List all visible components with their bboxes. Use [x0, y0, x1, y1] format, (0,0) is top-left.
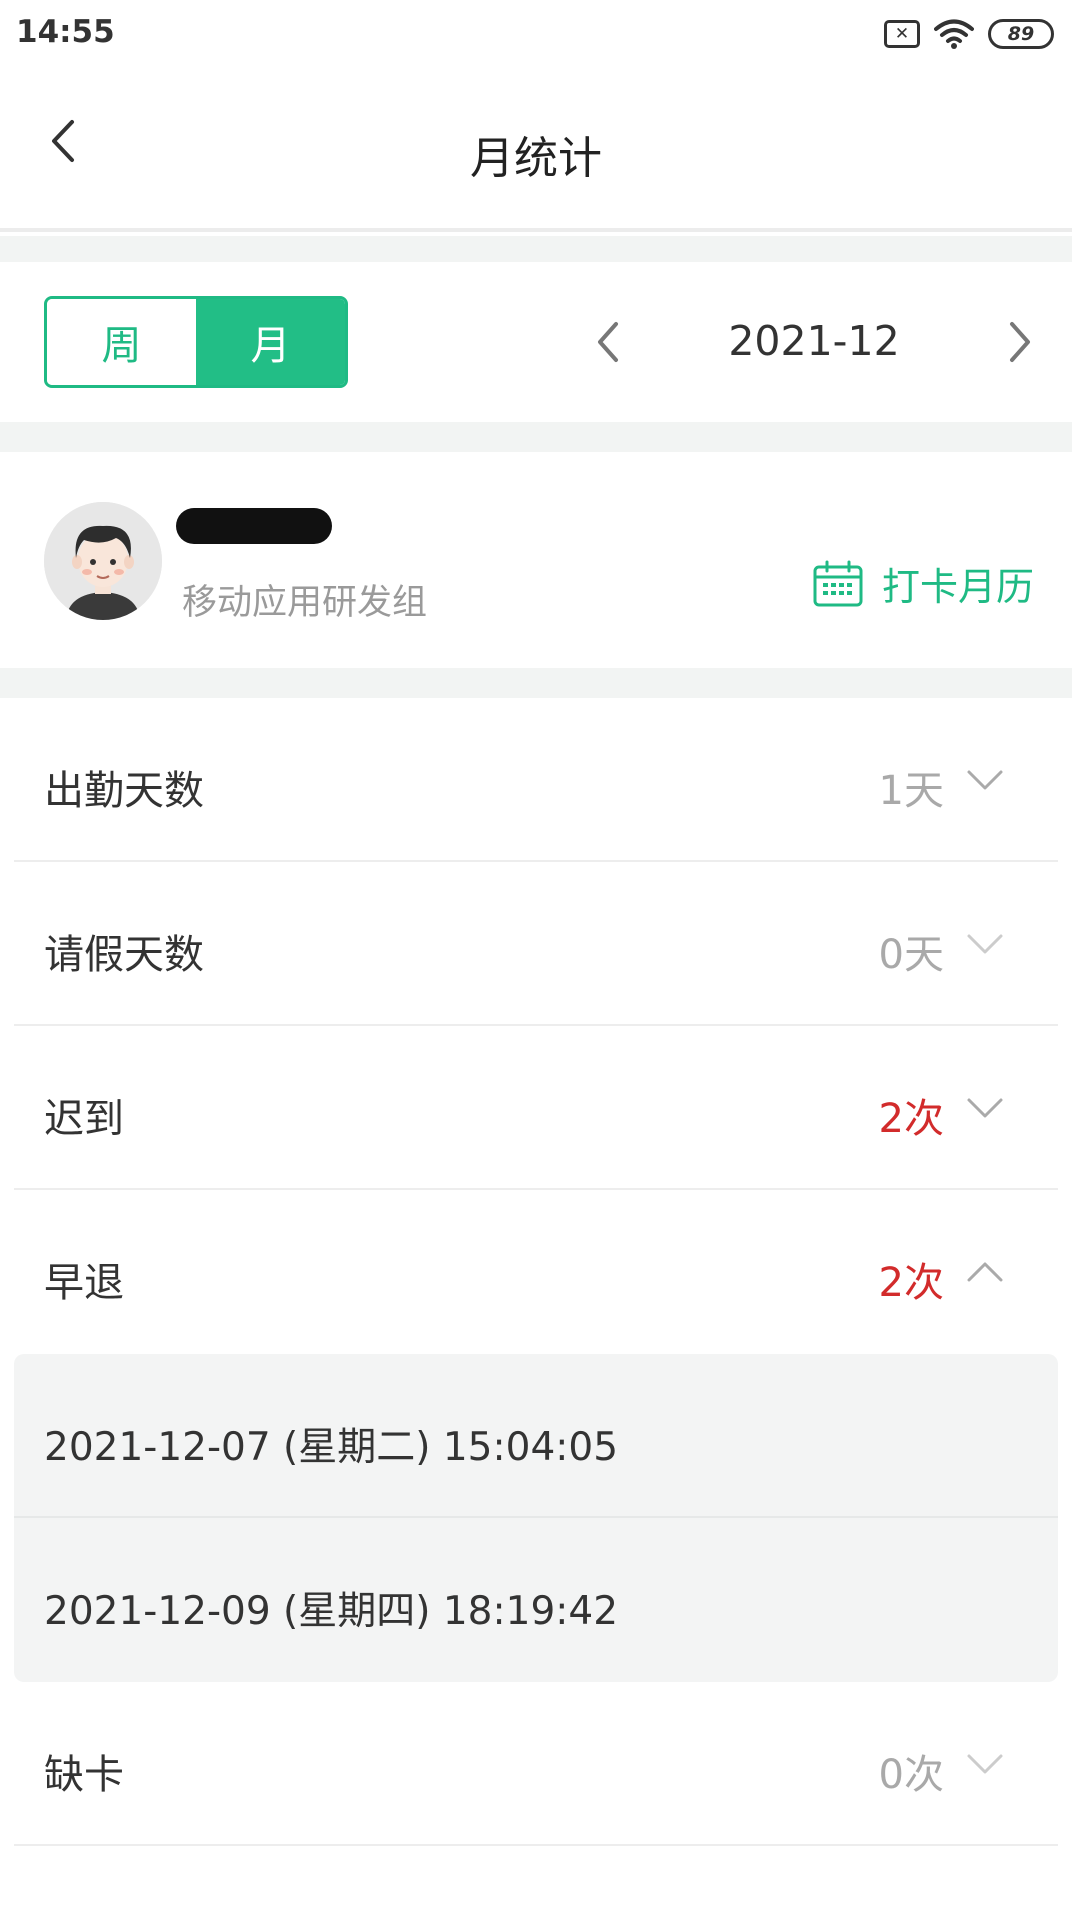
chevron-down-icon	[967, 934, 1003, 954]
period-toggle: 周 月	[44, 296, 348, 388]
early-leave-details: 2021-12-07 (星期二) 15:04:05 2021-12-09 (星期…	[14, 1354, 1058, 1682]
tab-week[interactable]: 周	[47, 299, 196, 385]
stat-row-cut-off[interactable]	[0, 1846, 1072, 1906]
period-value: 2021-12	[728, 317, 900, 365]
next-period-button[interactable]	[996, 314, 1044, 370]
stat-value: 0次	[878, 1752, 944, 1798]
page-title: 月统计	[470, 133, 602, 184]
stat-label: 缺卡	[44, 1752, 124, 1798]
stat-label: 出勤天数	[44, 768, 204, 814]
detail-row: 2021-12-09 (星期四) 18:19:42	[14, 1518, 1058, 1682]
stat-value: 2次	[878, 1260, 944, 1306]
stat-row-late[interactable]: 迟到 2次	[0, 1026, 1072, 1190]
stat-row-leave-days[interactable]: 请假天数 0天	[0, 862, 1072, 1026]
prev-period-button[interactable]	[584, 314, 632, 370]
user-info: 移动应用研发组 打卡月历	[0, 452, 1072, 668]
chevron-down-icon	[967, 770, 1003, 790]
sim-disabled-icon: ✕	[884, 20, 920, 48]
calendar-icon	[813, 560, 863, 606]
section-gap	[0, 668, 1072, 698]
chevron-down-icon	[967, 1098, 1003, 1118]
stat-label: 早退	[44, 1260, 124, 1306]
section-gap	[0, 236, 1072, 262]
section-gap	[0, 422, 1072, 452]
detail-row: 2021-12-07 (星期二) 15:04:05	[14, 1354, 1058, 1518]
status-time: 14:55	[16, 14, 115, 50]
detail-datetime: 2021-12-09 (星期四) 18:19:42	[44, 1589, 619, 1634]
stat-row-early-leave[interactable]: 早退 2次	[0, 1190, 1072, 1354]
chevron-up-icon	[967, 1262, 1003, 1282]
avatar-illustration-icon	[44, 502, 162, 620]
battery-indicator: 89	[988, 19, 1054, 49]
stat-label: 迟到	[44, 1096, 124, 1142]
stat-value: 2次	[878, 1096, 944, 1142]
period-selector: 周 月 2021-12	[0, 262, 1072, 422]
status-bar: 14:55 ✕ 89	[0, 0, 1072, 66]
stat-value: 0天	[878, 932, 944, 978]
tab-month[interactable]: 月	[196, 299, 345, 385]
stat-value: 1天	[878, 768, 944, 814]
stat-row-attendance-days[interactable]: 出勤天数 1天	[0, 698, 1072, 862]
attendance-calendar-link[interactable]: 打卡月历	[812, 556, 1034, 611]
detail-datetime: 2021-12-07 (星期二) 15:04:05	[44, 1425, 619, 1470]
user-name-redacted	[176, 508, 332, 544]
nav-bar: 月统计	[0, 66, 1072, 232]
user-department: 移动应用研发组	[182, 583, 428, 623]
avatar	[44, 502, 162, 620]
stat-row-missing-punch[interactable]: 缺卡 0次	[0, 1682, 1072, 1846]
stats-list: 出勤天数 1天 请假天数 0天 迟到 2次 早退 2次 2021-12-07 (…	[0, 698, 1072, 1906]
chevron-down-icon	[967, 1754, 1003, 1774]
stat-label: 请假天数	[44, 932, 204, 978]
wifi-icon	[934, 19, 974, 49]
status-icons: ✕ 89	[884, 16, 1054, 52]
calendar-link-label: 打卡月历	[881, 565, 1034, 609]
